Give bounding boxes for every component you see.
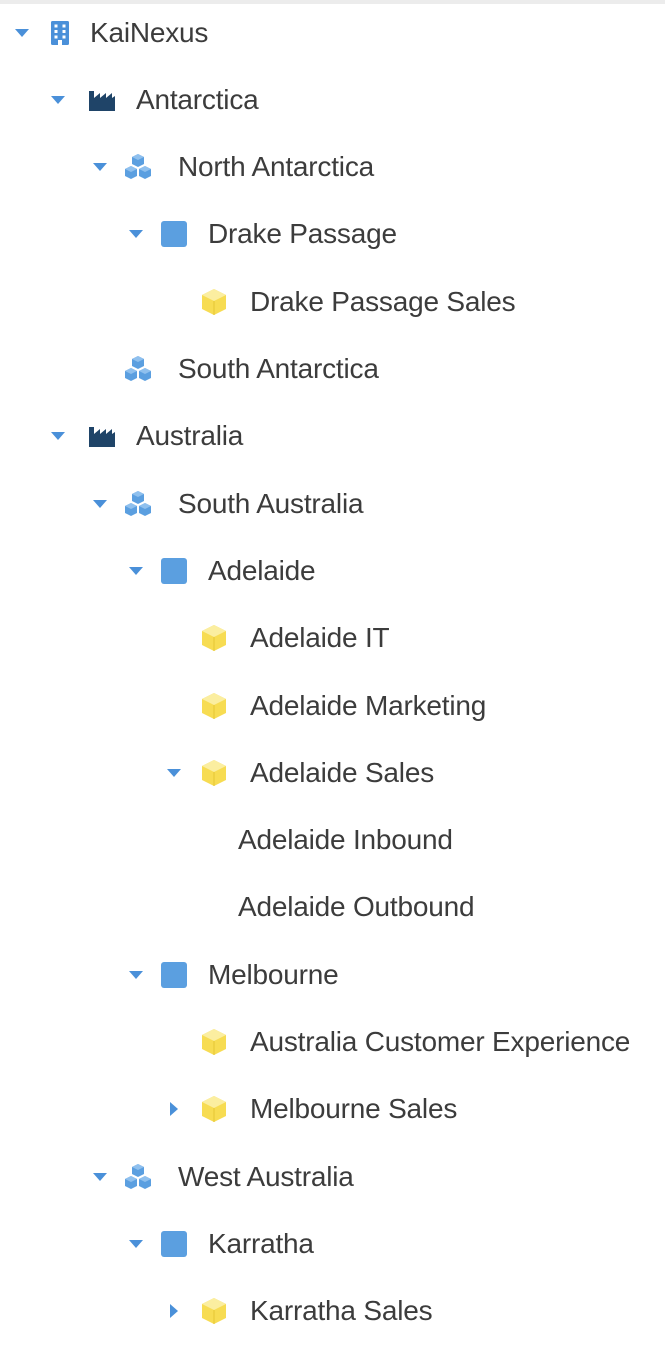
tree-node-drake-passage-sales[interactable]: Drake Passage Sales: [0, 268, 665, 335]
box-icon: [200, 624, 228, 652]
caret-right-icon[interactable]: [164, 1301, 184, 1321]
cubes-icon: [124, 153, 152, 181]
tree-node-label[interactable]: Drake Passage Sales: [250, 285, 516, 319]
tree-node-label[interactable]: South Australia: [178, 487, 364, 521]
tree-node-label[interactable]: KaiNexus: [90, 16, 208, 50]
factory-icon: [88, 86, 116, 114]
caret-right-icon[interactable]: [164, 1099, 184, 1119]
tree-node-label[interactable]: Adelaide: [208, 554, 316, 588]
tree-node-label[interactable]: Adelaide Marketing: [250, 689, 486, 723]
tree-node-label[interactable]: Melbourne: [208, 958, 339, 992]
tree-node-label[interactable]: Karratha: [208, 1227, 314, 1261]
tree-node-adelaide-marketing[interactable]: Adelaide Marketing: [0, 672, 665, 739]
tree-node-adelaide-sales[interactable]: Adelaide Sales: [0, 739, 665, 806]
caret-down-icon[interactable]: [90, 494, 110, 514]
tree-node-label[interactable]: Australia: [136, 419, 243, 453]
caret-down-icon[interactable]: [126, 1234, 146, 1254]
tree-node-label[interactable]: West Australia: [178, 1160, 354, 1194]
tree-node-label[interactable]: Australia Customer Experience: [250, 1025, 630, 1059]
tree-node-australia[interactable]: Australia: [0, 403, 665, 470]
cubes-icon: [124, 490, 152, 518]
tree-node-label[interactable]: Antarctica: [136, 83, 259, 117]
tree-node-label[interactable]: Adelaide Sales: [250, 756, 434, 790]
tree-node-south-antarctica[interactable]: South Antarctica: [0, 336, 665, 403]
square-icon: [160, 557, 188, 585]
tree-node-label[interactable]: Adelaide IT: [250, 621, 390, 655]
building-icon: [46, 19, 74, 47]
caret-down-icon[interactable]: [48, 90, 68, 110]
square-icon: [160, 961, 188, 989]
tree-node-karratha-sales[interactable]: Karratha Sales: [0, 1278, 665, 1345]
tree-node-australia-customer-experience[interactable]: Australia Customer Experience: [0, 1009, 665, 1076]
tree-node-melbourne[interactable]: Melbourne: [0, 941, 665, 1008]
tree-node-label[interactable]: Adelaide Inbound: [238, 823, 453, 857]
tree-node-kainexus[interactable]: KaiNexus: [0, 0, 665, 66]
tree-node-label[interactable]: Drake Passage: [208, 217, 397, 251]
caret-down-icon[interactable]: [12, 23, 32, 43]
box-icon: [200, 692, 228, 720]
box-icon: [200, 1028, 228, 1056]
tree-node-antarctica[interactable]: Antarctica: [0, 66, 665, 133]
tree-node-adelaide-it[interactable]: Adelaide IT: [0, 605, 665, 672]
tree-node-adelaide-outbound[interactable]: Adelaide Outbound: [0, 874, 665, 941]
box-icon: [200, 1297, 228, 1325]
tree-node-karratha[interactable]: Karratha: [0, 1210, 665, 1277]
box-icon: [200, 759, 228, 787]
tree-node-label[interactable]: Melbourne Sales: [250, 1092, 457, 1126]
tree-node-adelaide[interactable]: Adelaide: [0, 537, 665, 604]
cubes-icon: [124, 355, 152, 383]
caret-down-icon[interactable]: [48, 426, 68, 446]
tree-node-north-antarctica[interactable]: North Antarctica: [0, 134, 665, 201]
tree-node-label[interactable]: Karratha Sales: [250, 1294, 433, 1328]
caret-down-icon[interactable]: [126, 561, 146, 581]
tree-node-adelaide-inbound[interactable]: Adelaide Inbound: [0, 807, 665, 874]
tree-node-west-australia[interactable]: West Australia: [0, 1143, 665, 1210]
tree-node-label[interactable]: North Antarctica: [178, 150, 374, 184]
box-icon: [200, 1095, 228, 1123]
caret-down-icon[interactable]: [164, 763, 184, 783]
cubes-icon: [124, 1163, 152, 1191]
tree-node-melbourne-sales[interactable]: Melbourne Sales: [0, 1076, 665, 1143]
factory-icon: [88, 422, 116, 450]
caret-down-icon[interactable]: [90, 1167, 110, 1187]
square-icon: [160, 220, 188, 248]
square-icon: [160, 1230, 188, 1258]
caret-down-icon[interactable]: [126, 965, 146, 985]
tree-node-label[interactable]: Adelaide Outbound: [238, 890, 475, 924]
caret-down-icon[interactable]: [90, 157, 110, 177]
caret-down-icon[interactable]: [126, 224, 146, 244]
tree-node-label[interactable]: South Antarctica: [178, 352, 379, 386]
tree-node-drake-passage[interactable]: Drake Passage: [0, 201, 665, 268]
box-icon: [200, 288, 228, 316]
tree-node-south-australia[interactable]: South Australia: [0, 470, 665, 537]
